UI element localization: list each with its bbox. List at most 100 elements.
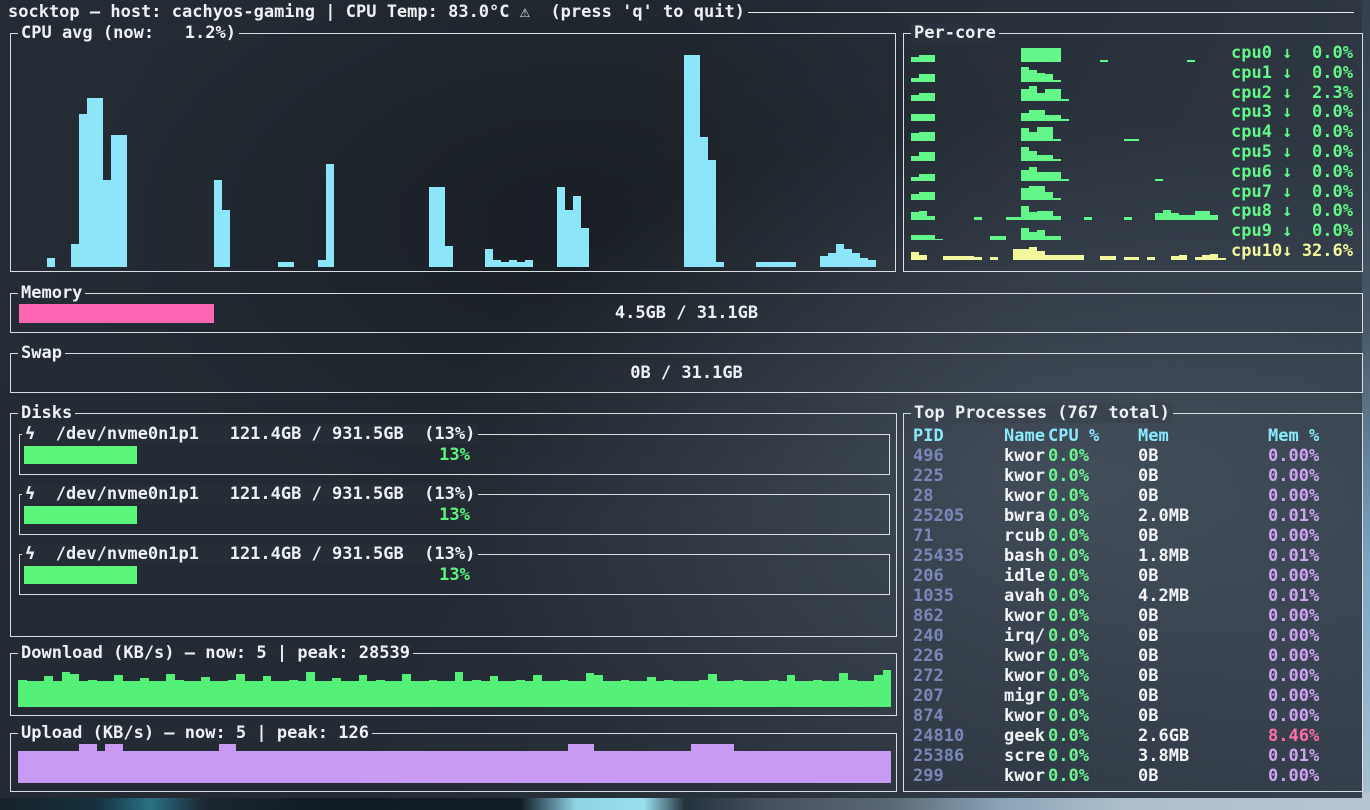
history-bar (1061, 179, 1069, 181)
lightning-icon: ϟ (25, 484, 56, 504)
history-bar (1076, 255, 1084, 259)
process-mem-percent: 0.00% (1268, 766, 1362, 786)
history-bar (998, 236, 1006, 240)
history-bar (70, 674, 79, 707)
process-pid: 226 (913, 646, 1004, 666)
history-bar (1061, 99, 1069, 101)
core-usage-value: 0.0% (1312, 103, 1353, 123)
process-mem: 4.2MB (1138, 586, 1268, 606)
history-bar (1021, 147, 1029, 161)
history-bar (53, 681, 62, 707)
history-bar (1013, 217, 1021, 221)
history-bar (822, 751, 831, 783)
history-bar (911, 177, 919, 181)
history-bar (974, 257, 982, 260)
history-bar (1061, 255, 1069, 260)
process-pid: 24810 (913, 726, 1004, 746)
history-bar (27, 751, 36, 783)
history-bar (263, 751, 272, 783)
core-usage-value: 0.0% (1312, 44, 1353, 64)
history-bar (123, 681, 132, 707)
core-row: cpu5 ↓ 0.0% (904, 143, 1362, 163)
core-label: cpu2 ↓ (1231, 84, 1292, 104)
history-bar (490, 676, 499, 707)
process-mem: 0B (1138, 606, 1268, 626)
history-bar (1108, 256, 1116, 260)
history-bar (498, 681, 507, 707)
history-bar (919, 255, 927, 259)
history-bar (498, 751, 507, 783)
history-bar (839, 751, 848, 783)
history-bar (621, 680, 630, 707)
history-bar (493, 260, 501, 267)
history-bar (1045, 236, 1053, 240)
history-bar (402, 751, 411, 783)
history-bar (1029, 212, 1037, 220)
core-label: cpu9 ↓ (1231, 222, 1292, 242)
history-bar (1045, 255, 1053, 260)
process-name: avah (1004, 586, 1048, 606)
history-bar (1029, 167, 1037, 180)
history-bar (463, 751, 472, 783)
history-bar (1029, 70, 1037, 81)
history-bar (612, 681, 621, 707)
process-mem: 0B (1138, 446, 1268, 466)
history-bar (974, 217, 982, 220)
history-bar (1045, 74, 1053, 82)
history-bar (756, 262, 764, 267)
disk-title: ϟ /dev/nvme0n1p1 121.4GB / 931.5GB (13%) (22, 544, 478, 564)
history-bar (306, 751, 315, 783)
core-usage-value: 0.0% (1312, 123, 1353, 143)
process-mem-percent: 0.00% (1268, 486, 1362, 506)
core-sparkline (911, 165, 1226, 181)
core-label: cpu5 ↓ (1231, 143, 1292, 163)
history-bar (533, 675, 542, 707)
process-pid: 1035 (913, 586, 1004, 606)
history-bar (119, 135, 127, 267)
history-bar (734, 680, 743, 707)
history-bar (429, 187, 437, 267)
history-bar (1053, 115, 1061, 121)
history-bar (1218, 258, 1226, 260)
core-sparkline (911, 224, 1226, 240)
history-bar (420, 681, 429, 707)
history-bar (306, 672, 315, 707)
history-bar (1084, 217, 1092, 220)
history-bar (764, 262, 772, 267)
history-bar (911, 156, 919, 161)
download-title: Download (KB/s) — now: 5 | peak: 28539 (18, 643, 413, 663)
history-bar (1163, 210, 1171, 220)
process-name: rcub (1004, 526, 1048, 546)
process-mem: 0B (1138, 626, 1268, 646)
history-bar (132, 681, 141, 707)
disk-percent-label: 13% (20, 445, 889, 465)
core-row: cpu8 ↓0.0% (904, 202, 1362, 222)
process-cpu: 0.0% (1048, 466, 1138, 486)
history-bar (769, 680, 778, 707)
history-bar (1029, 86, 1037, 101)
history-bar (621, 751, 630, 783)
terminal-window[interactable]: socktop — host: cachyos-gaming | CPU Tem… (0, 0, 1362, 798)
core-label: cpu0 ↓ (1231, 44, 1292, 64)
history-bar (210, 751, 219, 783)
core-usage-value: 0.0% (1312, 143, 1353, 163)
history-bar (214, 180, 222, 267)
history-bar (743, 681, 752, 707)
history-bar (664, 751, 673, 783)
history-bar (1021, 188, 1029, 200)
history-bar (1021, 228, 1029, 240)
column-header: PID (913, 426, 1004, 446)
table-row: 25205bwra0.0%2.0MB0.01% (904, 506, 1362, 526)
process-mem-percent: 0.00% (1268, 646, 1362, 666)
history-bar (166, 674, 175, 707)
lightning-icon: ϟ (25, 544, 56, 564)
history-bar (919, 192, 927, 201)
history-bar (175, 680, 184, 707)
history-bar (874, 675, 883, 707)
history-bar (958, 256, 966, 260)
history-bar (839, 673, 848, 707)
history-bar (1021, 89, 1029, 101)
process-mem-percent: 0.00% (1268, 626, 1362, 646)
history-bar (193, 751, 202, 783)
history-bar (911, 114, 919, 122)
